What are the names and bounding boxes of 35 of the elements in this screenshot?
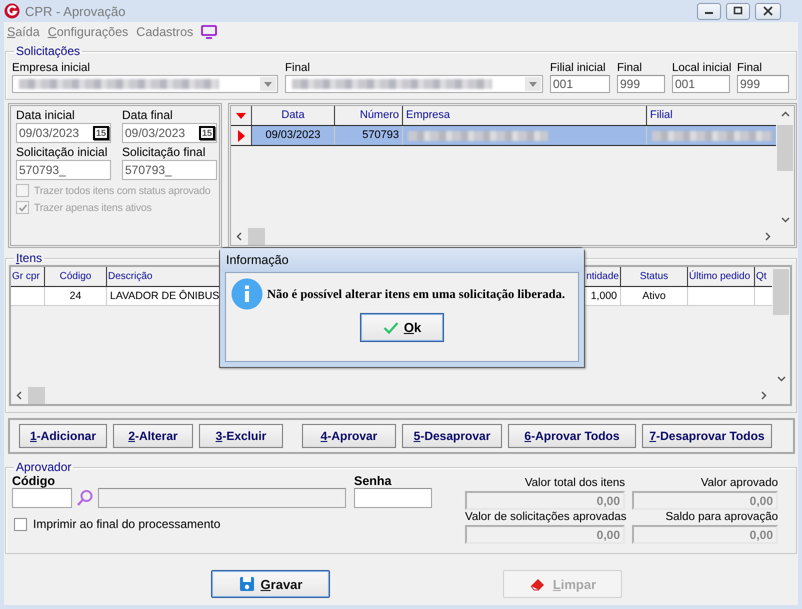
total-field: 0,00 — [465, 491, 625, 510]
field-label: Filial inicial — [550, 61, 607, 75]
total-label: Valor de solicitações aprovadas — [465, 510, 625, 525]
window-title: CPR - Aprovação — [25, 4, 126, 18]
field-label: Data inicial — [16, 108, 76, 123]
field-label: Empresa inicial — [12, 61, 91, 75]
total-label: Saldo para aprovação — [664, 510, 778, 525]
group-legend: Itens — [14, 251, 44, 265]
field-label: Final — [617, 61, 643, 75]
checkbox-label: Trazer todos itens com status aprovado — [34, 184, 210, 196]
field-label: Código — [12, 474, 56, 488]
group-legend: Solicitações — [14, 44, 82, 58]
field-label: Final — [737, 61, 763, 75]
dialog-title: Informação — [226, 253, 289, 267]
total-field: 0,00 — [465, 525, 625, 544]
total-label: Valor total dos itens — [524, 476, 625, 491]
table-cell: 1,000 — [590, 290, 617, 302]
table-cell: 24 — [70, 290, 82, 302]
dialog-message: Não é possível alterar itens em uma solicitação liberada. — [267, 286, 565, 302]
total-label: Valor aprovado — [700, 476, 778, 491]
group-legend: Aprovador — [14, 460, 74, 474]
checkbox-label: Imprimir ao final do processamento — [33, 517, 220, 531]
table-cell-text: 570793 — [362, 128, 399, 143]
field-label: Final — [285, 61, 311, 75]
total-field: 0,00 — [632, 491, 778, 510]
field-label: Local inicial — [672, 61, 730, 75]
field-label: Data final — [122, 108, 174, 123]
table-cell-text: 09/03/2023 — [265, 128, 321, 143]
table-cell: Ativo — [642, 290, 666, 302]
table-cell: LAVADOR DE ÔNIBUS — [110, 290, 220, 302]
total-field: 0,00 — [632, 525, 778, 544]
checkbox-label: Trazer apenas itens ativos — [34, 202, 152, 214]
field-label: Solicitação inicial — [16, 145, 108, 160]
field-label: Senha — [354, 474, 393, 488]
field-label: Solicitação final — [122, 145, 206, 160]
